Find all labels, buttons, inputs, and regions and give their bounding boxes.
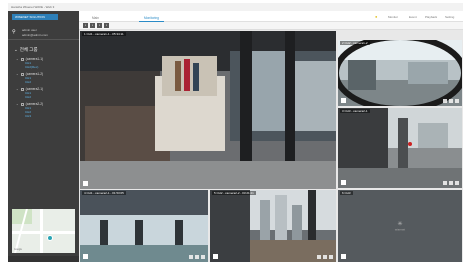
- chevron-down-icon: ⌄: [16, 102, 19, 106]
- video-feed: [210, 190, 336, 262]
- group-checkbox[interactable]: [20, 72, 24, 76]
- nav-event[interactable]: Event: [409, 15, 417, 19]
- video-tile[interactable]: 6 CH3 ✳ wisenet: [338, 190, 462, 262]
- user-name: admin user: [22, 28, 37, 32]
- sidebar: WISENET SOLUTION ⚲ admin user admin@admi…: [8, 11, 79, 262]
- sidebar-footer: [8, 256, 79, 262]
- fullscreen-icon[interactable]: [455, 99, 459, 103]
- group-item[interactable]: ⌄ (camera1-1) CH1 CH2(Rec): [16, 57, 76, 69]
- tile-select-checkbox[interactable]: [83, 254, 88, 259]
- tab-monitoring[interactable]: Monitoring: [139, 14, 164, 22]
- video-feed: [80, 31, 336, 189]
- bulb-icon[interactable]: ●: [375, 14, 377, 19]
- layout-1-icon[interactable]: ▪: [83, 23, 88, 28]
- view-toolbar: ▪ ▪ ▪ ▪: [79, 22, 463, 30]
- record-icon[interactable]: [195, 255, 199, 259]
- fullscreen-icon[interactable]: [455, 181, 459, 185]
- map-road: [40, 209, 43, 253]
- window-title: Hanwha Wisenet WAVE - Web 3: [11, 5, 55, 9]
- window-titlebar: Hanwha Wisenet WAVE - Web 3: [8, 3, 463, 11]
- layout-9-icon[interactable]: ▪: [97, 23, 102, 28]
- video-tile[interactable]: 2 CH2 - camera1-2: [338, 40, 462, 106]
- video-feed: [80, 190, 208, 262]
- tile-title: 2 CH2 - camera1-2: [340, 41, 370, 45]
- camera-item[interactable]: CH2: [16, 95, 76, 99]
- video-feed: [338, 108, 462, 188]
- camera-item[interactable]: CH2(Rec): [16, 65, 76, 69]
- group-item[interactable]: ⌄ (camera1-2) CH1 CH2: [16, 72, 76, 84]
- tile-select-checkbox[interactable]: [341, 180, 346, 185]
- tile-select-checkbox[interactable]: [213, 254, 218, 259]
- chevron-down-icon: ⌄: [14, 47, 18, 52]
- camera-item[interactable]: CH2: [16, 80, 76, 84]
- nav-monitor[interactable]: Monitor: [388, 15, 398, 19]
- no-video-placeholder: ✳ wisenet: [395, 221, 405, 232]
- tab-main[interactable]: Main: [87, 14, 104, 22]
- chevron-down-icon: ⌄: [16, 57, 19, 61]
- map-attribution: Google: [14, 248, 23, 251]
- tile-title: 5 CH2 - camera2-2 - 03:21:21: [212, 191, 256, 195]
- tile-controls: [443, 99, 459, 103]
- tile-title: 1 CH1 - camera1-1 - 05:34:11: [82, 32, 126, 36]
- video-tile[interactable]: 5 CH2 - camera2-2 - 03:21:21: [210, 190, 336, 262]
- snapshot-icon[interactable]: [317, 255, 321, 259]
- tree-root-label: 전체 그룹: [19, 47, 38, 52]
- video-grid: ▪ ▪ ▪ ▪ 1 CH1 - camera1-1 - 05:34:11 2 C…: [79, 22, 463, 262]
- device-tree: ⌄ (camera1-1) CH1 CH2(Rec) ⌄ (camera1-2) C…: [16, 57, 76, 121]
- tile-title: 3 CH3 - camera2-1: [340, 109, 370, 113]
- camera-item[interactable]: CH3: [16, 114, 76, 118]
- tile-controls: [443, 181, 459, 185]
- user-icon: ⚲: [12, 29, 16, 35]
- tree-root[interactable]: ⌄ 전체 그룹: [14, 47, 38, 53]
- user-email: admin@admin.com: [22, 33, 48, 37]
- video-tile[interactable]: 4 CH1 - camera2-1 - 01:53:05: [80, 190, 208, 262]
- group-item[interactable]: ⌄ (camera2-2) CH1 CH2 CH3: [16, 102, 76, 118]
- chevron-down-icon: ⌄: [16, 87, 19, 91]
- tile-select-checkbox[interactable]: [341, 254, 346, 259]
- nav-playback[interactable]: Playback: [425, 15, 437, 19]
- fullscreen-icon[interactable]: [329, 255, 333, 259]
- layout-4-icon[interactable]: ▪: [90, 23, 95, 28]
- tile-select-checkbox[interactable]: [83, 181, 88, 186]
- map-marker-icon[interactable]: [47, 235, 53, 241]
- group-checkbox[interactable]: [20, 87, 24, 91]
- video-feed: [338, 40, 462, 106]
- tile-controls: [189, 255, 205, 259]
- tile-title: 4 CH1 - camera2-1 - 01:53:05: [82, 191, 126, 195]
- group-checkbox[interactable]: [20, 102, 24, 106]
- record-icon[interactable]: [323, 255, 327, 259]
- group-item[interactable]: ⌄ (camera2-1) CH1 CH2: [16, 87, 76, 99]
- app-logo: WISENET SOLUTION: [12, 14, 58, 20]
- video-tile[interactable]: 3 CH3 - camera2-1: [338, 108, 462, 188]
- nav-setting[interactable]: Setting: [445, 15, 454, 19]
- fullscreen-icon[interactable]: [201, 255, 205, 259]
- snapshot-icon[interactable]: [443, 181, 447, 185]
- location-map[interactable]: Google: [12, 209, 75, 253]
- tile-title: 6 CH3: [340, 191, 353, 195]
- snapshot-icon[interactable]: [443, 99, 447, 103]
- tile-controls: [317, 255, 333, 259]
- placeholder-text: wisenet: [394, 227, 406, 232]
- video-tile[interactable]: 1 CH1 - camera1-1 - 05:34:11: [80, 31, 336, 189]
- user-panel[interactable]: ⚲ admin user admin@admin.com: [8, 26, 79, 40]
- snapshot-icon[interactable]: [189, 255, 193, 259]
- record-icon[interactable]: [449, 181, 453, 185]
- layout-16-icon[interactable]: ▪: [104, 23, 109, 28]
- wisenet-logo-icon: ✳: [397, 221, 403, 228]
- chevron-down-icon: ⌄: [16, 72, 19, 76]
- top-bar: Main Monitoring ● Monitor Event Playback…: [79, 11, 463, 22]
- record-icon[interactable]: [449, 99, 453, 103]
- tile-select-checkbox[interactable]: [341, 98, 346, 103]
- group-checkbox[interactable]: [20, 57, 24, 61]
